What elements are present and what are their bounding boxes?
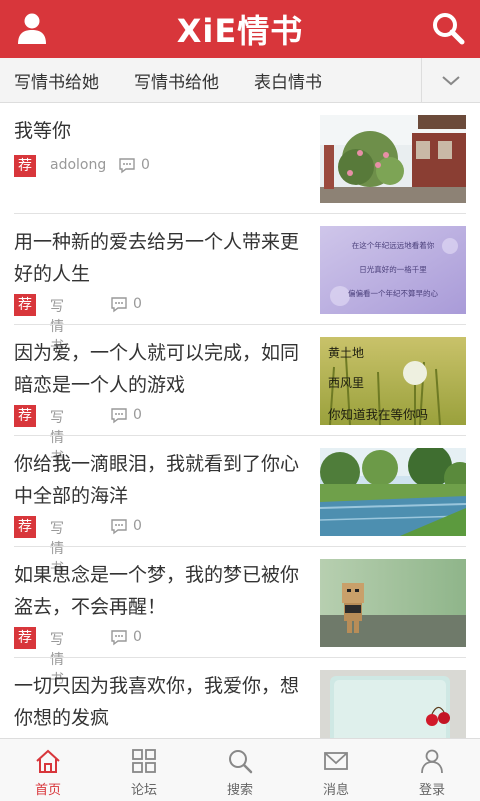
top-bar: XiE情书 [0,0,480,58]
nav-label: 论坛 [130,783,157,798]
article-thumbnail[interactable] [320,448,466,536]
comment-count: 0 [133,407,142,423]
nav-home[interactable]: 首页 [0,739,96,801]
article-title[interactable]: 一切只因为我喜欢你，我爱你，想你想的发疯 [14,670,304,734]
article-thumbnail[interactable] [320,670,466,738]
thumbnail-text: 偏偏看一个年纪不算早的心 [348,288,438,298]
article-thumbnail[interactable]: 在这个年纪远远地看着你 日光真好的一格千里 偏偏看一个年纪不算早的心 [320,226,466,314]
comment-count: 0 [133,296,142,312]
article-title[interactable]: 我等你 [14,115,304,147]
article-list: 我等你 荐 adolong 0 用一种新的爱去给另一个人带来更好的人生 荐 写情… [0,103,480,738]
comment-count: 0 [133,629,142,645]
recommend-badge: 荐 [14,405,36,427]
user-icon [421,749,443,774]
tab-write-to-him[interactable]: 写情书给他 [134,68,219,93]
comment-icon [119,158,135,174]
tab-write-to-her[interactable]: 写情书给她 [14,68,99,93]
article-item[interactable]: 如果思念是一个梦，我的梦已被你盗去，不会再醒！ 荐 写情书 0 [0,547,480,688]
nav-label: 搜索 [226,783,253,798]
nav-messages[interactable]: 消息 [288,739,384,801]
grid-icon [132,749,156,773]
comment-count: 0 [133,518,142,534]
category-tabs: 写情书给她 写情书给他 表白情书 [0,58,480,103]
article-thumbnail[interactable]: 黄土地 西风里 你知道我在等你吗 [320,337,466,425]
article-thumbnail[interactable] [320,559,466,647]
home-icon [36,749,60,773]
thumbnail-text: 在这个年纪远远地看着你 [352,240,435,250]
comment-icon [111,297,127,313]
article-item[interactable]: 用一种新的爱去给另一个人带来更好的人生 荐 写情书 0 在这个年纪远远地看着你 … [0,214,480,355]
article-item[interactable]: 因为爱，一个人就可以完成，如同暗恋是一个人的游戏 荐 写情书 0 黄土地 西风里… [0,325,480,466]
nav-label: 消息 [322,783,349,798]
thumbnail-text: 西风里 [328,376,364,390]
nav-label: 首页 [34,783,61,798]
comment-icon [111,519,127,535]
thumbnail-text: 黄土地 [328,346,364,360]
recommend-badge: 荐 [14,155,36,177]
nav-search[interactable]: 搜索 [192,739,288,801]
article-item[interactable]: 我等你 荐 adolong 0 [0,103,480,214]
comment-icon [111,408,127,424]
search-icon[interactable] [430,10,466,46]
tab-confession[interactable]: 表白情书 [254,68,322,93]
article-item[interactable]: 你给我一滴眼泪，我就看到了你心中全部的海洋 荐 写情书 0 [0,436,480,577]
nav-label: 登录 [418,783,445,798]
app-title: XiE情书 [176,12,304,50]
thumbnail-text: 日光真好的一格千里 [359,264,427,274]
article-author: adolong [50,157,107,173]
mail-icon [324,752,348,770]
nav-login[interactable]: 登录 [384,739,480,801]
more-tabs-button[interactable] [421,58,480,102]
chevron-down-icon [442,76,460,86]
article-title[interactable]: 你给我一滴眼泪，我就看到了你心中全部的海洋 [14,448,304,512]
recommend-badge: 荐 [14,627,36,649]
article-thumbnail[interactable] [320,115,466,203]
bottom-nav: 首页 论坛 搜索 消息 登录 [0,738,480,801]
recommend-badge: 荐 [14,516,36,538]
recommend-badge: 荐 [14,294,36,316]
nav-forum[interactable]: 论坛 [96,739,192,801]
article-title[interactable]: 如果思念是一个梦，我的梦已被你盗去，不会再醒！ [14,559,304,623]
article-title[interactable]: 因为爱，一个人就可以完成，如同暗恋是一个人的游戏 [14,337,304,401]
comment-icon [111,630,127,646]
article-title[interactable]: 用一种新的爱去给另一个人带来更好的人生 [14,226,304,290]
thumbnail-text: 你知道我在等你吗 [328,407,428,422]
comment-count: 0 [141,157,150,173]
search-icon [229,750,253,774]
article-item[interactable]: 一切只因为我喜欢你，我爱你，想你想的发疯 [0,658,480,738]
